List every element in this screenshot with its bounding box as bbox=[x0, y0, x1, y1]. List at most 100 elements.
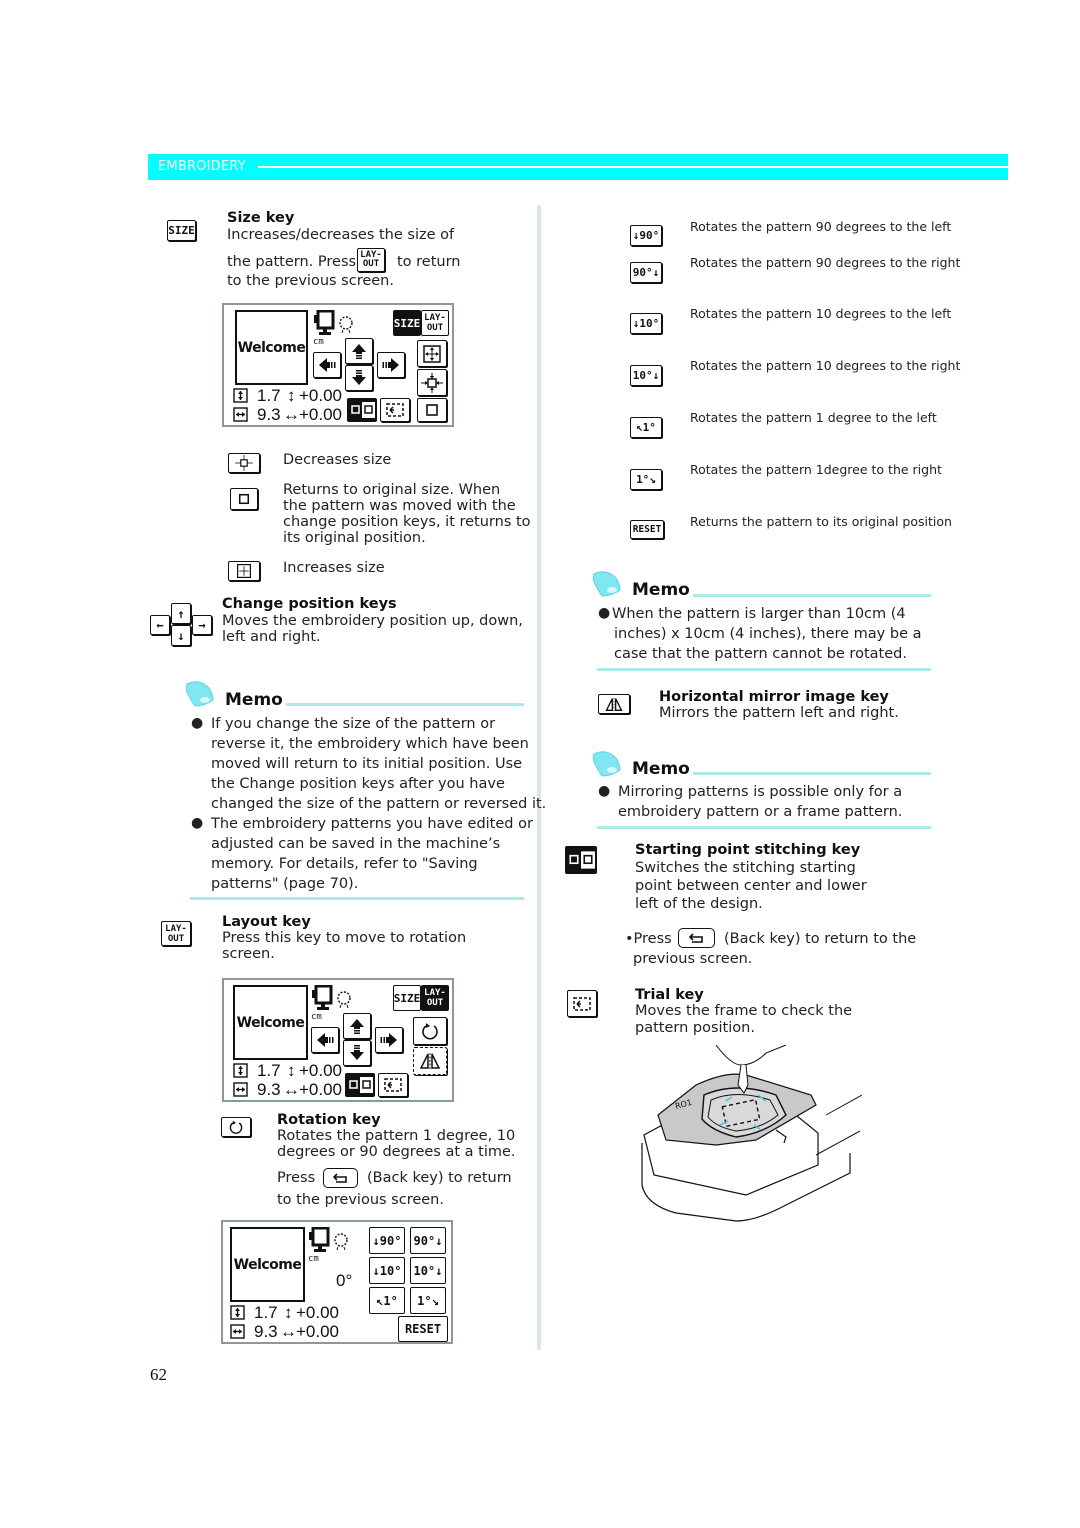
rotation-icon bbox=[422, 1023, 438, 1040]
vertical-offset-icon: ↕ bbox=[287, 386, 296, 405]
vertical-offset-icon: ↕ bbox=[287, 1061, 296, 1080]
memo2-line3: case that the pattern cannot be rotated. bbox=[614, 646, 907, 662]
trial-button[interactable] bbox=[378, 1073, 408, 1097]
memo2-line1: When the pattern is larger than 10cm (4 bbox=[612, 606, 906, 622]
rotate-right-10-button[interactable]: 10°↓ bbox=[410, 1257, 446, 1284]
rotate-left-10-button[interactable]: ↓10° bbox=[369, 1257, 405, 1284]
memo1-bullet2-line4: patterns" (page 70). bbox=[211, 876, 359, 892]
arrow-left-icon: ← bbox=[150, 615, 170, 635]
original-size-icon bbox=[238, 493, 250, 505]
memo-title-rule bbox=[286, 703, 524, 706]
memo-title: Memo bbox=[632, 759, 690, 779]
rotate-left-1-icon: ↖1° bbox=[630, 417, 662, 438]
rotate-right-1-icon-label: 1°↘ bbox=[636, 473, 656, 486]
vertical-offset-value: +0.00 bbox=[296, 1303, 340, 1322]
start-point-button[interactable] bbox=[345, 1073, 375, 1097]
width-value: 9.3 bbox=[257, 1080, 281, 1099]
height-value: 1.7 bbox=[254, 1303, 278, 1322]
move-right-button[interactable] bbox=[375, 1027, 403, 1053]
memo1-bullet1-line5: changed the size of the pattern or rever… bbox=[211, 796, 547, 812]
width-icon bbox=[233, 1082, 248, 1097]
rotate-right-90-button[interactable]: 90°↓ bbox=[410, 1227, 446, 1254]
layout-key-icon: LAY- OUT bbox=[161, 921, 191, 946]
memo1-bullet1-line3: moved will return to its initial positio… bbox=[211, 756, 523, 772]
start-point-desc-2: point between center and lower bbox=[635, 878, 867, 894]
layout-button-active[interactable]: LAY- OUT bbox=[421, 985, 449, 1011]
memo3-line1: Mirroring patterns is possible only for … bbox=[618, 784, 903, 800]
start-point-back: (Back key) to return to the bbox=[724, 931, 917, 947]
trial-key-icon bbox=[567, 990, 597, 1017]
memo-bullet: ● bbox=[191, 815, 204, 831]
move-left-button[interactable] bbox=[313, 352, 341, 378]
arrow-up-icon bbox=[350, 1019, 364, 1034]
memo-bell-icon bbox=[592, 751, 621, 777]
rotate-right-1-icon: 1°↘ bbox=[630, 469, 662, 490]
memo1-bullet1-line1: If you change the size of the pattern or bbox=[211, 716, 496, 732]
unit-label: cm bbox=[311, 1012, 322, 1022]
decrease-size-icon bbox=[235, 455, 253, 471]
size-button[interactable]: SIZE bbox=[393, 985, 421, 1011]
original-size-icon bbox=[426, 404, 438, 416]
memo-title: Memo bbox=[632, 580, 690, 600]
rotation-key-desc-4: to the previous screen. bbox=[277, 1192, 444, 1208]
start-point-icon bbox=[347, 1077, 373, 1093]
original-size-button[interactable] bbox=[417, 398, 447, 422]
move-left-button[interactable] bbox=[311, 1027, 339, 1053]
layout-button[interactable]: LAY- OUT bbox=[421, 310, 449, 336]
rotate-left-1-label: ↖1° bbox=[376, 1293, 398, 1308]
rotate-right-1-button[interactable]: 1°↘ bbox=[410, 1287, 446, 1314]
width-icon bbox=[233, 407, 248, 422]
unit-label: cm bbox=[313, 337, 324, 347]
rotate-left-1-button[interactable]: ↖1° bbox=[369, 1287, 405, 1314]
increase-size-key-icon bbox=[228, 561, 260, 581]
size-key-icon: SIZE bbox=[167, 220, 196, 241]
arrow-down-icon bbox=[352, 370, 366, 385]
reset-button[interactable]: RESET bbox=[398, 1316, 448, 1342]
arrow-up-icon bbox=[352, 344, 366, 359]
column-divider bbox=[537, 205, 541, 1350]
move-down-button[interactable] bbox=[343, 1040, 371, 1066]
original-size-desc-3: change position keys, it returns to bbox=[283, 514, 531, 530]
size-key-icon-label: SIZE bbox=[168, 224, 195, 237]
pattern-preview: Welcome bbox=[235, 310, 308, 385]
rotate-left-90-icon-label: ↓90° bbox=[632, 229, 660, 242]
rotation-button[interactable] bbox=[413, 1017, 447, 1045]
rotate-left-90-button[interactable]: ↓90° bbox=[369, 1227, 405, 1254]
trial-icon bbox=[384, 1078, 402, 1092]
size-button-active[interactable]: SIZE bbox=[393, 310, 421, 336]
decrease-size-button[interactable] bbox=[417, 369, 447, 396]
section-label: EMBROIDERY bbox=[158, 159, 246, 174]
back-key-icon bbox=[678, 928, 715, 948]
start-point-button[interactable] bbox=[347, 398, 377, 422]
decrease-size-desc: Decreases size bbox=[283, 452, 392, 468]
move-down-button[interactable] bbox=[345, 365, 373, 391]
decrease-size-key-icon bbox=[228, 453, 260, 473]
move-up-button[interactable] bbox=[345, 338, 373, 364]
move-right-button[interactable] bbox=[377, 352, 405, 378]
start-point-press: •Press bbox=[625, 931, 672, 947]
memo-bell-icon bbox=[592, 571, 621, 597]
height-value: 1.7 bbox=[257, 386, 281, 405]
horizontal-offset-icon: ↔ bbox=[283, 405, 300, 424]
reset-icon: RESET bbox=[630, 520, 664, 539]
original-size-desc-2: the pattern was moved with the bbox=[283, 498, 516, 514]
original-size-desc-4: its original position. bbox=[283, 530, 426, 546]
mirror-icon bbox=[419, 1053, 441, 1069]
start-point-key-icon bbox=[565, 846, 597, 874]
width-value: 9.3 bbox=[254, 1322, 278, 1341]
rotate-right-10-label: 10°↓ bbox=[413, 1263, 443, 1278]
pattern-preview: Welcome bbox=[230, 1227, 305, 1302]
memo-title-rule bbox=[693, 594, 931, 597]
size-key-desc-line1: Increases/decreases the size of bbox=[227, 227, 455, 243]
mirror-button[interactable] bbox=[413, 1047, 447, 1075]
rotate-left-90-label: ↓90° bbox=[372, 1233, 402, 1248]
move-up-button[interactable] bbox=[343, 1013, 371, 1039]
back-arrow-icon bbox=[688, 933, 703, 943]
mirror-key-icon bbox=[598, 694, 630, 714]
trial-button[interactable] bbox=[380, 398, 410, 422]
increase-size-button[interactable] bbox=[417, 340, 447, 367]
pattern-preview-text: Welcome bbox=[236, 1014, 305, 1031]
section-header-rule bbox=[258, 166, 1008, 168]
arrow-down-icon bbox=[350, 1045, 364, 1060]
change-position-keys-icon: ← ↑ ↓ → bbox=[150, 603, 212, 647]
